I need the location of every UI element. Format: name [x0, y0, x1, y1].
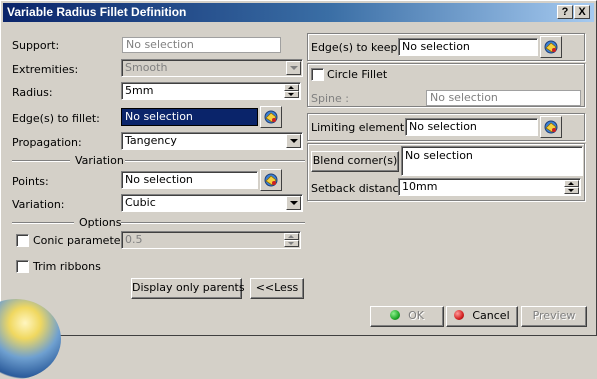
spin-down-icon[interactable]	[284, 240, 299, 247]
extremities-value: Smooth	[125, 61, 168, 74]
edges-to-keep-field[interactable]: No selection	[398, 38, 538, 56]
limiting-elements-field[interactable]: No selection	[405, 118, 538, 136]
blend-corners-button[interactable]: Blend corner(s)	[311, 151, 399, 172]
setback-distance-input[interactable]: 10mm	[398, 178, 581, 196]
extremities-label: Extremities:	[12, 63, 79, 76]
spin-up-icon[interactable]	[284, 84, 299, 91]
circle-fillet-label: Circle Fillet	[327, 68, 388, 81]
support-field[interactable]: No selection	[122, 37, 281, 53]
cancel-label: Cancel	[472, 309, 510, 322]
conic-parameter-value: 0.5	[125, 233, 143, 246]
edges-keep-selector-button[interactable]	[540, 36, 562, 58]
radius-spinner[interactable]	[284, 84, 299, 98]
window-title: Variable Radius Fillet Definition	[7, 5, 187, 19]
edges-selector-button[interactable]	[260, 106, 282, 128]
divider	[121, 222, 305, 224]
edges-to-fillet-label: Edge(s) to fillet:	[12, 112, 100, 125]
chevron-down-icon	[286, 196, 301, 210]
setback-distance-label: Setback distance:	[311, 182, 410, 195]
setback-spinner[interactable]	[564, 180, 579, 194]
support-label: Support:	[12, 39, 60, 52]
close-button[interactable]: X	[574, 5, 590, 19]
extremities-select[interactable]: Smooth	[121, 59, 303, 77]
edges-to-fillet-field[interactable]: No selection	[121, 108, 258, 126]
multi-selection-icon	[264, 110, 278, 124]
ok-button[interactable]: OK	[370, 306, 444, 327]
divider	[125, 160, 305, 162]
multi-selection-icon	[544, 120, 558, 134]
radius-value: 5mm	[125, 84, 154, 97]
multi-selection-icon	[544, 40, 558, 54]
points-label: Points:	[12, 175, 49, 188]
chevron-down-icon	[286, 134, 301, 148]
limiting-selector-button[interactable]	[540, 116, 562, 138]
setback-distance-value: 10mm	[402, 180, 438, 193]
options-section-title: Options	[79, 216, 122, 229]
circle-fillet-checkbox[interactable]	[311, 68, 324, 81]
variation-value: Cubic	[125, 196, 156, 209]
spine-field[interactable]: No selection	[426, 90, 581, 106]
radius-input[interactable]: 5mm	[121, 82, 301, 100]
conic-parameter-checkbox[interactable]	[16, 234, 29, 247]
propagation-value: Tangency	[125, 134, 177, 147]
spine-label: Spine :	[311, 92, 349, 105]
red-dot-icon	[454, 310, 465, 320]
divider	[12, 222, 74, 224]
variation-select[interactable]: Cubic	[121, 194, 303, 212]
title-bar[interactable]: Variable Radius Fillet Definition ? X	[3, 3, 594, 22]
less-button[interactable]: <<Less	[250, 278, 304, 299]
dialog-window: Variable Radius Fillet Definition ? X Su…	[0, 0, 597, 379]
conic-parameter-input[interactable]: 0.5	[121, 231, 301, 249]
cancel-button[interactable]: Cancel	[446, 306, 518, 327]
globe-decoration-icon	[0, 299, 61, 379]
points-selector-button[interactable]	[260, 169, 282, 191]
multi-selection-icon	[264, 173, 278, 187]
spin-up-icon[interactable]	[564, 180, 579, 187]
divider	[12, 160, 70, 162]
edges-to-keep-label: Edge(s) to keep:	[311, 41, 402, 54]
spin-down-icon[interactable]	[564, 187, 579, 194]
variation-section-title: Variation	[75, 154, 124, 167]
radius-label: Radius:	[12, 86, 53, 99]
help-button[interactable]: ?	[557, 5, 573, 19]
conic-spinner[interactable]	[284, 233, 299, 247]
blend-corners-list[interactable]: No selection	[401, 146, 583, 176]
propagation-label: Propagation:	[12, 136, 82, 149]
chevron-down-icon	[286, 61, 301, 75]
trim-ribbons-checkbox[interactable]	[16, 260, 29, 273]
spin-down-icon[interactable]	[284, 91, 299, 98]
display-only-parents-button[interactable]: Display only parents	[131, 278, 245, 299]
ok-label: OK	[408, 309, 424, 322]
green-dot-icon	[390, 310, 401, 320]
conic-parameter-label: Conic parameter:	[33, 234, 129, 247]
variation-label: Variation:	[12, 198, 65, 211]
preview-button[interactable]: Preview	[521, 306, 587, 327]
propagation-select[interactable]: Tangency	[121, 132, 303, 150]
trim-ribbons-label: Trim ribbons	[33, 260, 101, 273]
spin-up-icon[interactable]	[284, 233, 299, 240]
points-field[interactable]: No selection	[121, 171, 258, 189]
